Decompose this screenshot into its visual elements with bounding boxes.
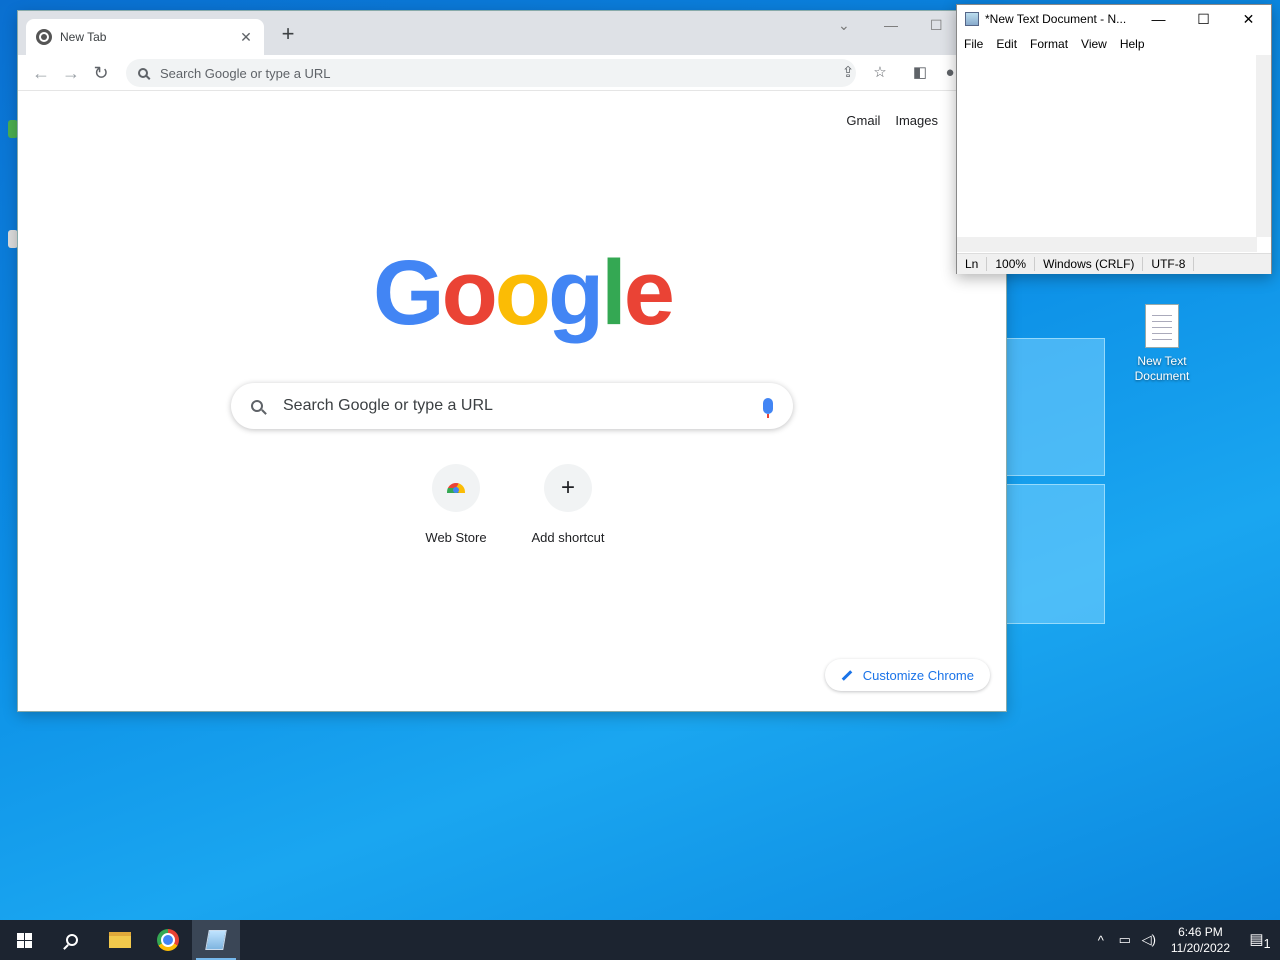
system-tray: ^ ▭ ◁) 6:46 PM 11/20/2022 ▤1 (1089, 920, 1280, 960)
vertical-scrollbar[interactable] (1256, 55, 1271, 237)
menu-file[interactable]: File (964, 37, 983, 51)
close-button[interactable]: ✕ (1226, 11, 1271, 28)
tab-new-tab[interactable]: New Tab ✕ (26, 19, 264, 55)
omnibox-input[interactable] (160, 65, 856, 81)
menu-format[interactable]: Format (1030, 37, 1068, 51)
tab-close-icon[interactable]: ✕ (238, 29, 254, 46)
menu-view[interactable]: View (1081, 37, 1107, 51)
taskbar: ^ ▭ ◁) 6:46 PM 11/20/2022 ▤1 (0, 920, 1280, 960)
voice-search-mic-icon[interactable] (763, 398, 773, 418)
chrome-toolbar: ← → ↻ ⇪ ☆ ◧ ● (18, 55, 1006, 91)
desktop-icons-peek (0, 60, 18, 300)
file-explorer-icon (109, 932, 131, 948)
new-tab-page: Gmail Images Google Web Store + Add shor… (18, 91, 1006, 711)
notepad-text-area[interactable] (957, 55, 1257, 237)
logo-pane (1005, 338, 1105, 476)
customize-label: Customize Chrome (862, 667, 974, 683)
minimize-button[interactable]: — (1136, 11, 1181, 27)
top-links: Gmail Images (846, 113, 938, 128)
status-zoom: 100% (987, 257, 1036, 271)
share-icon[interactable]: ⇪ (836, 61, 860, 85)
action-center-icon[interactable]: ▤1 (1240, 930, 1280, 951)
clock[interactable]: 6:46 PM 11/20/2022 (1161, 924, 1240, 956)
web-store-icon (432, 464, 480, 512)
logo-pane (1005, 484, 1105, 624)
search-icon (251, 400, 263, 412)
start-icon (16, 932, 32, 948)
maximize-button[interactable]: ☐ (930, 17, 943, 34)
tab-title: New Tab (60, 30, 107, 44)
notification-count: 1 (1263, 936, 1271, 951)
search-icon (138, 68, 148, 78)
text-file-icon (1145, 304, 1179, 348)
volume-icon[interactable]: ◁) (1137, 932, 1161, 948)
taskbar-notepad[interactable] (192, 920, 240, 960)
search-icon (66, 934, 78, 946)
notepad-icon (205, 930, 227, 950)
tab-search-chevron-icon[interactable]: ⌄ (838, 17, 850, 34)
status-line: Ln (957, 257, 988, 271)
taskbar-search-button[interactable] (48, 920, 96, 960)
app-icon-peek[interactable] (8, 230, 18, 248)
plus-icon: + (544, 464, 592, 512)
gmail-link[interactable]: Gmail (846, 113, 880, 128)
status-line-ending: Windows (CRLF) (1035, 257, 1144, 271)
notepad-statusbar: Ln 100% Windows (CRLF) UTF-8 (957, 253, 1271, 274)
clock-time: 6:46 PM (1178, 925, 1223, 939)
minimize-button[interactable]: — (884, 17, 898, 33)
search-input[interactable] (283, 397, 763, 415)
notepad-window: *New Text Document - N... — ☐ ✕ File Edi… (956, 4, 1272, 274)
side-panel-icon[interactable]: ◧ (908, 61, 932, 85)
chrome-titlebar[interactable]: New Tab ✕ + ⌄ — ☐ (18, 11, 1006, 55)
notepad-titlebar[interactable]: *New Text Document - N... — ☐ ✕ (957, 5, 1271, 33)
images-link[interactable]: Images (895, 113, 938, 128)
menu-edit[interactable]: Edit (996, 37, 1017, 51)
new-tab-button[interactable]: + (276, 23, 300, 47)
back-button[interactable]: ← (26, 58, 56, 88)
status-encoding: UTF-8 (1143, 257, 1195, 271)
shortcut-web-store[interactable]: Web Store (406, 464, 506, 545)
google-searchbox[interactable] (231, 383, 793, 429)
taskbar-chrome[interactable] (144, 920, 192, 960)
omnibox[interactable] (126, 59, 856, 87)
bookmark-star-icon[interactable]: ☆ (868, 61, 892, 85)
chevron-up-icon[interactable]: ^ (1089, 933, 1113, 948)
google-logo: Google (373, 242, 675, 344)
notepad-icon (965, 12, 979, 26)
chrome-window: New Tab ✕ + ⌄ — ☐ ← → ↻ ⇪ ☆ ◧ ● Gmail Im… (18, 11, 1006, 711)
horizontal-scrollbar[interactable] (957, 237, 1257, 252)
network-icon[interactable]: ▭ (1113, 932, 1137, 948)
menu-help[interactable]: Help (1120, 37, 1145, 51)
windows-logo-wallpaper (1005, 338, 1105, 624)
notepad-title: *New Text Document - N... (985, 12, 1127, 26)
desktop-icon-new-text-document[interactable]: New Text Document (1122, 304, 1202, 384)
shortcut-add[interactable]: + Add shortcut (518, 464, 618, 545)
start-button[interactable] (0, 920, 48, 960)
pencil-icon (841, 669, 853, 681)
forward-button[interactable]: → (56, 58, 86, 88)
shortcut-label: Web Store (425, 530, 487, 545)
reload-button[interactable]: ↻ (86, 58, 116, 88)
chrome-favicon-icon (36, 29, 52, 45)
desktop-icon-label: New Text Document (1134, 354, 1190, 383)
customize-chrome-button[interactable]: Customize Chrome (824, 659, 990, 691)
notepad-menubar: File Edit Format View Help (957, 33, 1271, 55)
clock-date: 11/20/2022 (1170, 941, 1230, 955)
app-icon-peek[interactable] (8, 120, 18, 138)
shortcut-label: Add shortcut (531, 530, 605, 545)
maximize-button[interactable]: ☐ (1181, 11, 1226, 28)
chrome-icon (157, 929, 179, 951)
taskbar-file-explorer[interactable] (96, 920, 144, 960)
